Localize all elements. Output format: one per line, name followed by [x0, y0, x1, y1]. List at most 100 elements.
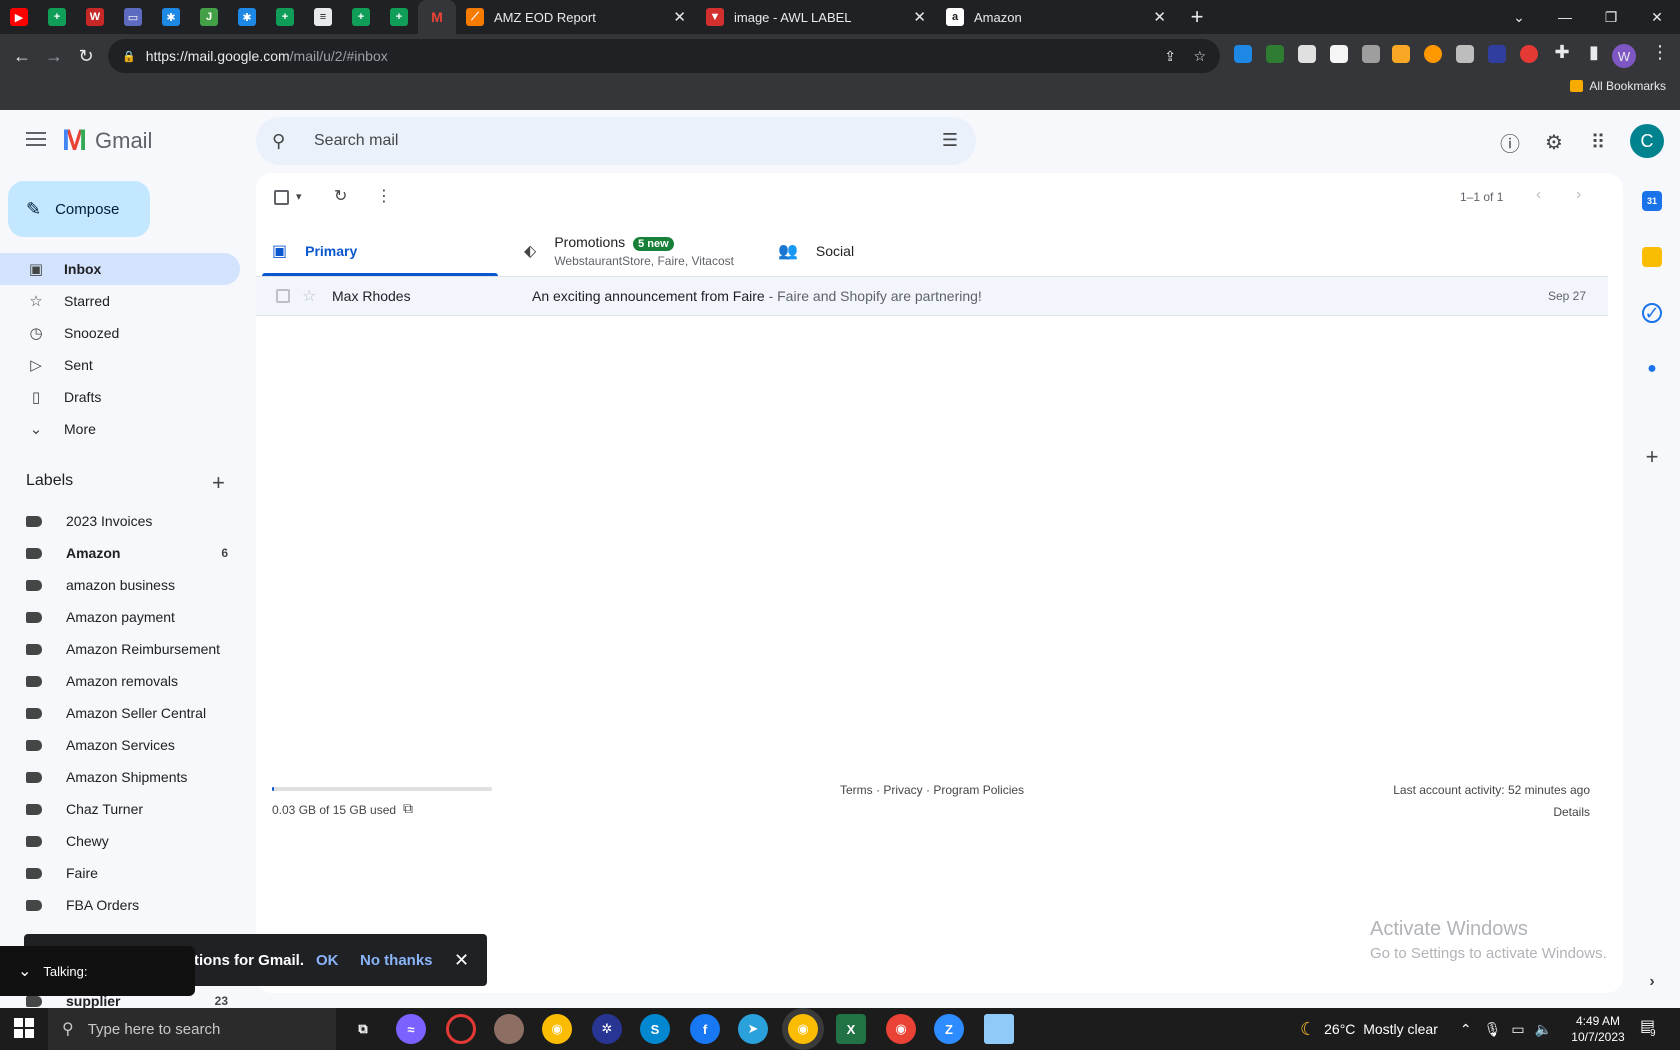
label-item[interactable]: Amazon Seller Central: [0, 697, 240, 729]
label-item[interactable]: Chaz Turner: [0, 793, 240, 825]
new-tab-button[interactable]: +: [1182, 4, 1212, 30]
select-dropdown-icon[interactable]: ▾: [296, 190, 302, 203]
extension-icon[interactable]: [1362, 45, 1380, 63]
label-item[interactable]: Amazon Services: [0, 729, 240, 761]
side-panel-icon[interactable]: ▮: [1580, 38, 1608, 66]
weather-text[interactable]: 26°C Mostly clear: [1324, 1021, 1438, 1037]
terms-link[interactable]: Terms: [840, 783, 873, 797]
microphone-icon[interactable]: 🎙: [1484, 1021, 1502, 1038]
compose-button[interactable]: ✎ Compose: [8, 181, 150, 237]
reload-icon[interactable]: ↻: [72, 42, 100, 70]
notepad-icon[interactable]: [984, 1014, 1014, 1044]
app-icon[interactable]: [494, 1014, 524, 1044]
chrome-profile-va-icon[interactable]: ◉: [886, 1014, 916, 1044]
close-window-button[interactable]: ✕: [1634, 0, 1680, 34]
pinned-tab-w[interactable]: W: [76, 0, 114, 34]
skype-icon[interactable]: S: [640, 1014, 670, 1044]
extension-icon[interactable]: [1330, 45, 1348, 63]
label-item[interactable]: Amazon removals: [0, 665, 240, 697]
pinned-tab-sheets-4[interactable]: +: [380, 0, 418, 34]
get-addons-icon[interactable]: +: [1642, 444, 1662, 469]
pinned-tab-sheets-2[interactable]: +: [266, 0, 304, 34]
nav-item-inbox[interactable]: ▣ Inbox: [0, 253, 240, 285]
search-options-icon[interactable]: ☰: [942, 130, 958, 151]
close-icon[interactable]: ✕: [454, 950, 469, 971]
toast-ok-button[interactable]: OK: [316, 952, 339, 969]
tab-social[interactable]: 👥 Social: [778, 225, 854, 277]
label-item[interactable]: Amazon Shipments: [0, 761, 240, 793]
search-bar[interactable]: ⚲ Search mail ☰: [256, 117, 976, 165]
facebook-icon[interactable]: f: [690, 1014, 720, 1044]
talking-indicator[interactable]: ⌄ Talking:: [0, 946, 195, 996]
pinned-tab-sheets-3[interactable]: +: [342, 0, 380, 34]
back-icon[interactable]: ←: [8, 42, 36, 70]
pinned-tab-gmail-active[interactable]: M: [418, 0, 456, 34]
pinned-tab-doc[interactable]: ≡: [304, 0, 342, 34]
pinned-tab-walmart-2[interactable]: ✱: [228, 0, 266, 34]
tab-amazon[interactable]: a Amazon ✕: [936, 0, 1176, 34]
forward-icon[interactable]: →: [40, 42, 68, 70]
label-item[interactable]: FBA Orders: [0, 889, 240, 921]
calendar-icon[interactable]: 31: [1642, 191, 1662, 211]
label-item[interactable]: Amazon payment: [0, 601, 240, 633]
keep-icon[interactable]: [1642, 247, 1662, 267]
share-icon[interactable]: ⇪: [1164, 48, 1176, 65]
search-input[interactable]: Search mail: [314, 132, 398, 150]
tab-image-awl-label[interactable]: ▼ image - AWL LABEL ✕: [696, 0, 936, 34]
address-bar[interactable]: 🔒 https://mail.google.com /mail/u/2/#inb…: [108, 39, 1220, 73]
privacy-link[interactable]: Privacy: [883, 783, 922, 797]
settings-gear-icon[interactable]: ⚙: [1540, 128, 1568, 156]
extension-icon[interactable]: [1520, 45, 1538, 63]
chevron-up-icon[interactable]: ⌃: [1460, 1021, 1472, 1038]
refresh-icon[interactable]: ↻: [334, 186, 347, 206]
open-in-new-icon[interactable]: ⧉: [403, 800, 413, 817]
label-item[interactable]: Chewy: [0, 825, 240, 857]
nav-item-sent[interactable]: ▷ Sent: [0, 349, 240, 381]
star-icon[interactable]: ☆: [302, 286, 316, 306]
pinned-tab-youtube[interactable]: ▶: [0, 0, 38, 34]
toast-no-thanks-button[interactable]: No thanks: [360, 952, 433, 969]
tab-amz-eod-report[interactable]: ⟋ AMZ EOD Report ✕: [456, 0, 696, 34]
help-icon[interactable]: ⓘ: [1496, 128, 1524, 156]
opera-icon[interactable]: [446, 1014, 476, 1044]
tab-promotions[interactable]: ⬖ Promotions 5 new WebstaurantStore, Fair…: [524, 225, 734, 277]
app-icon[interactable]: ✲: [592, 1014, 622, 1044]
extension-icon[interactable]: [1424, 45, 1442, 63]
nav-item-drafts[interactable]: ▯ Drafts: [0, 381, 240, 413]
pinned-tab-j[interactable]: J: [190, 0, 228, 34]
pinned-tab-card[interactable]: ▭: [114, 0, 152, 34]
details-link[interactable]: Details: [1388, 805, 1590, 819]
restore-button[interactable]: ❐: [1588, 0, 1634, 34]
chevron-right-icon[interactable]: ›: [1576, 186, 1581, 204]
add-label-icon[interactable]: +: [212, 470, 225, 496]
gmail-logo[interactable]: M Gmail: [62, 124, 152, 158]
bookmark-star-icon[interactable]: ☆: [1193, 48, 1206, 65]
extension-icon[interactable]: [1266, 45, 1284, 63]
contacts-icon[interactable]: ●: [1642, 359, 1662, 379]
minimize-button[interactable]: —: [1542, 0, 1588, 34]
all-bookmarks[interactable]: All Bookmarks: [1570, 79, 1666, 93]
close-tab-icon[interactable]: ✕: [673, 8, 686, 26]
show-side-panel-icon[interactable]: ›: [1642, 972, 1662, 992]
messenger-icon[interactable]: ≈: [396, 1014, 426, 1044]
extension-icon[interactable]: [1298, 45, 1316, 63]
profile-avatar[interactable]: W: [1612, 44, 1636, 68]
excel-icon[interactable]: X: [836, 1014, 866, 1044]
zoom-icon[interactable]: Z: [934, 1014, 964, 1044]
select-all-checkbox[interactable]: [274, 190, 289, 205]
extension-icon[interactable]: [1234, 45, 1252, 63]
extension-icon[interactable]: [1488, 45, 1506, 63]
nav-item-starred[interactable]: ☆ Starred: [0, 285, 240, 317]
apps-grid-icon[interactable]: ⠿: [1584, 128, 1612, 156]
row-checkbox[interactable]: [276, 289, 290, 303]
chevron-left-icon[interactable]: ‹: [1536, 186, 1541, 204]
email-row[interactable]: ☆ Max Rhodes An exciting announcement fr…: [256, 276, 1608, 316]
task-view-icon[interactable]: ⧉: [348, 1014, 378, 1044]
label-item[interactable]: Amazon 6: [0, 537, 240, 569]
label-item[interactable]: Amazon Reimbursement: [0, 633, 240, 665]
taskbar-search-input[interactable]: Type here to search: [88, 1021, 221, 1038]
main-menu-icon[interactable]: [24, 128, 48, 152]
program-policies-link[interactable]: Program Policies: [933, 783, 1024, 797]
pinned-tab-walmart[interactable]: ✱: [152, 0, 190, 34]
telegram-icon[interactable]: ➤: [738, 1014, 768, 1044]
